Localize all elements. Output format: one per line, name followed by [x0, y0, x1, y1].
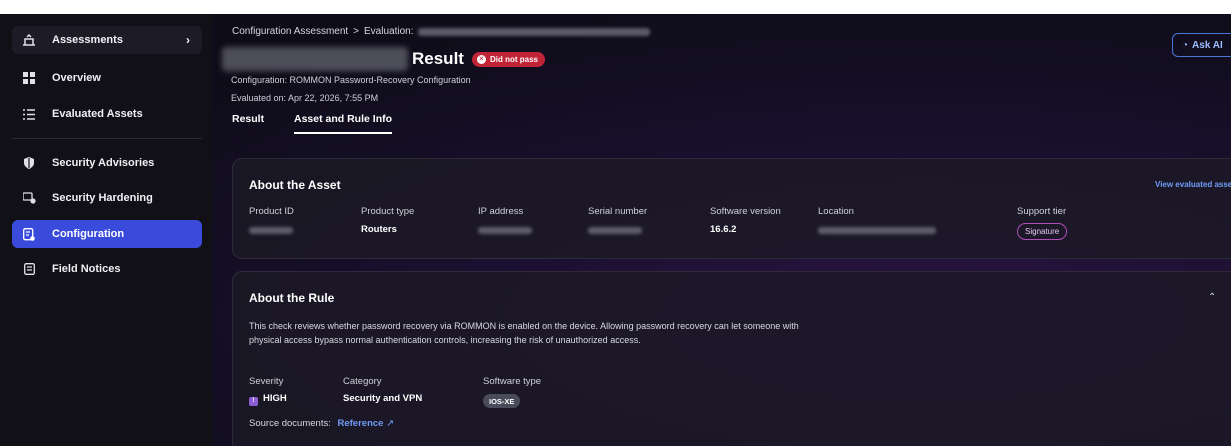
- view-evaluated-asset-link[interactable]: View evaluated asset: [1155, 180, 1231, 189]
- external-link-icon: ↗: [386, 418, 395, 429]
- source-documents-label: Source documents:: [249, 418, 331, 429]
- fail-icon: ✕: [476, 54, 486, 64]
- status-badge: ✕ Did not pass: [471, 51, 545, 67]
- serial-number-label: Serial number: [588, 206, 648, 217]
- sidebar-item-label: Assessments: [52, 34, 123, 46]
- product-type-label: Product type: [361, 206, 415, 217]
- software-type-badge: IOS-XE: [483, 394, 521, 408]
- redacted-evaluation-name: [417, 27, 650, 36]
- status-badge-label: Did not pass: [489, 54, 538, 64]
- severity-label: Severity: [249, 376, 284, 387]
- page-title: Result: [412, 49, 464, 68]
- sidebar-item-label: Security Advisories: [52, 157, 155, 169]
- ask-ai-button[interactable]: ◔ Ask AI: [1172, 33, 1231, 57]
- sidebar-item-label: Configuration: [52, 228, 125, 240]
- about-rule-title: About the Rule: [249, 291, 335, 305]
- assessments-icon: [22, 33, 36, 47]
- sidebar-item-label: Evaluated Assets: [52, 108, 143, 120]
- sidebar-item-configuration[interactable]: Configuration: [12, 220, 202, 248]
- software-version-value: 16.6.2: [710, 224, 737, 235]
- sidebar-item-overview[interactable]: Overview: [12, 64, 202, 92]
- redacted-ip-address: [478, 227, 532, 234]
- category-value: Security and VPN: [343, 393, 423, 404]
- breadcrumb: Configuration Assessment > Evaluation:: [232, 26, 650, 37]
- reference-link-label: Reference: [337, 418, 384, 429]
- severity-value: ! HIGH: [249, 393, 287, 406]
- list-icon: [22, 107, 36, 121]
- shield-icon: [22, 156, 36, 170]
- rule-description: This check reviews whether password reco…: [249, 321, 799, 345]
- sidebar-item-security-advisories[interactable]: Security Advisories: [12, 149, 202, 177]
- product-id-label: Product ID: [249, 206, 294, 217]
- category-label: Category: [343, 376, 382, 387]
- software-version-label: Software version: [710, 206, 781, 217]
- page-title-row: Result ✕ Did not pass: [222, 47, 545, 71]
- sidebar-item-field-notices[interactable]: Field Notices: [12, 255, 202, 283]
- about-asset-card: About the Asset View evaluated asset Pro…: [232, 158, 1231, 259]
- overview-icon: [22, 71, 36, 85]
- redacted-location: [818, 227, 936, 234]
- about-rule-card: About the Rule ⌃ This check reviews whet…: [232, 271, 1231, 446]
- sidebar-divider: [12, 138, 202, 139]
- configuration-icon: [22, 227, 36, 241]
- sidebar: Assessments › Overview Evaluated Assets …: [0, 14, 212, 446]
- app-window: Assessments › Overview Evaluated Assets …: [0, 14, 1231, 446]
- ai-icon: ◔: [1182, 39, 1189, 51]
- ip-address-label: IP address: [478, 206, 524, 217]
- product-type-value: Routers: [361, 224, 397, 235]
- evaluated-on: Evaluated on: Apr 22, 2026, 7:55 PM: [231, 93, 379, 103]
- sidebar-item-assessments[interactable]: Assessments ›: [12, 26, 202, 54]
- software-type-label: Software type: [483, 376, 542, 387]
- sidebar-item-evaluated-assets[interactable]: Evaluated Assets: [12, 100, 202, 128]
- severity-high-icon: !: [249, 397, 258, 406]
- breadcrumb-root-link[interactable]: Configuration Assessment: [232, 26, 348, 37]
- location-label: Location: [818, 206, 854, 217]
- breadcrumb-separator: >: [353, 26, 360, 37]
- redacted-serial-number: [588, 227, 642, 234]
- ask-ai-label: Ask AI: [1192, 39, 1223, 51]
- support-tier-badge: Signature: [1017, 223, 1068, 240]
- hardening-icon: [22, 191, 36, 205]
- redacted-asset-name: [222, 47, 408, 71]
- tab-result[interactable]: Result: [232, 113, 264, 125]
- severity-value-text: HIGH: [263, 393, 287, 404]
- collapse-icon[interactable]: ⌃: [1208, 292, 1216, 303]
- tab-asset-and-rule-info[interactable]: Asset and Rule Info: [294, 113, 393, 134]
- sidebar-item-security-hardening[interactable]: Security Hardening: [12, 184, 202, 212]
- support-tier-label: Support tier: [1017, 206, 1067, 217]
- about-asset-title: About the Asset: [249, 178, 341, 192]
- sidebar-item-label: Overview: [52, 72, 101, 84]
- reference-link[interactable]: Reference ↗: [338, 418, 395, 429]
- notice-icon: [22, 262, 36, 276]
- breadcrumb-evaluation: Evaluation:: [364, 26, 414, 37]
- sidebar-item-label: Field Notices: [52, 263, 121, 275]
- chevron-right-icon: ›: [186, 33, 190, 47]
- sidebar-item-label: Security Hardening: [52, 192, 153, 204]
- source-documents: Source documents: Reference ↗: [249, 418, 394, 429]
- redacted-product-id: [249, 227, 293, 234]
- configuration-name: Configuration: ROMMON Password-Recovery …: [231, 75, 471, 85]
